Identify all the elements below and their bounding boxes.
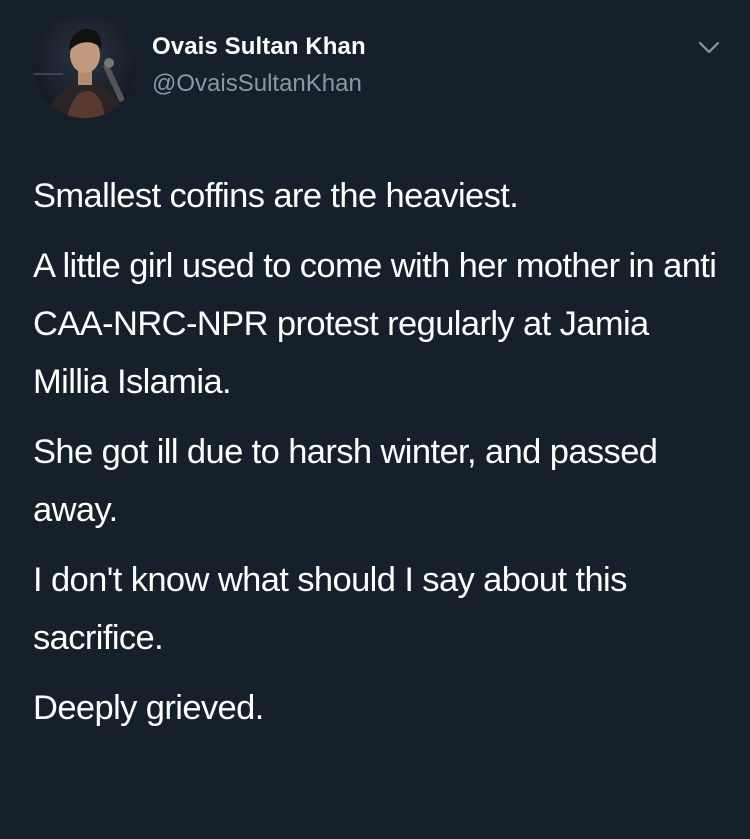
tweet-paragraph: She got ill due to harsh winter, and pas… <box>33 433 658 529</box>
tweet-menu-button[interactable] <box>692 33 726 63</box>
chevron-down-icon <box>698 41 720 54</box>
author-display-name[interactable]: Ovais Sultan Khan <box>152 33 366 61</box>
tweet-paragraph: A little girl used to come with her moth… <box>33 247 717 401</box>
tweet-paragraph: Deeply grieved. <box>33 689 264 727</box>
author-handle[interactable]: @OvaisSultanKhan <box>152 70 362 98</box>
tweet-paragraph: I don't know what should I say about thi… <box>33 561 627 657</box>
avatar-image <box>33 15 136 118</box>
tweet-card: Ovais Sultan Khan @OvaisSultanKhan Small… <box>0 0 750 839</box>
author-avatar[interactable] <box>33 15 136 118</box>
tweet-text: Smallest coffins are the heaviest. A lit… <box>33 167 723 749</box>
tweet-paragraph: Smallest coffins are the heaviest. <box>33 177 519 215</box>
